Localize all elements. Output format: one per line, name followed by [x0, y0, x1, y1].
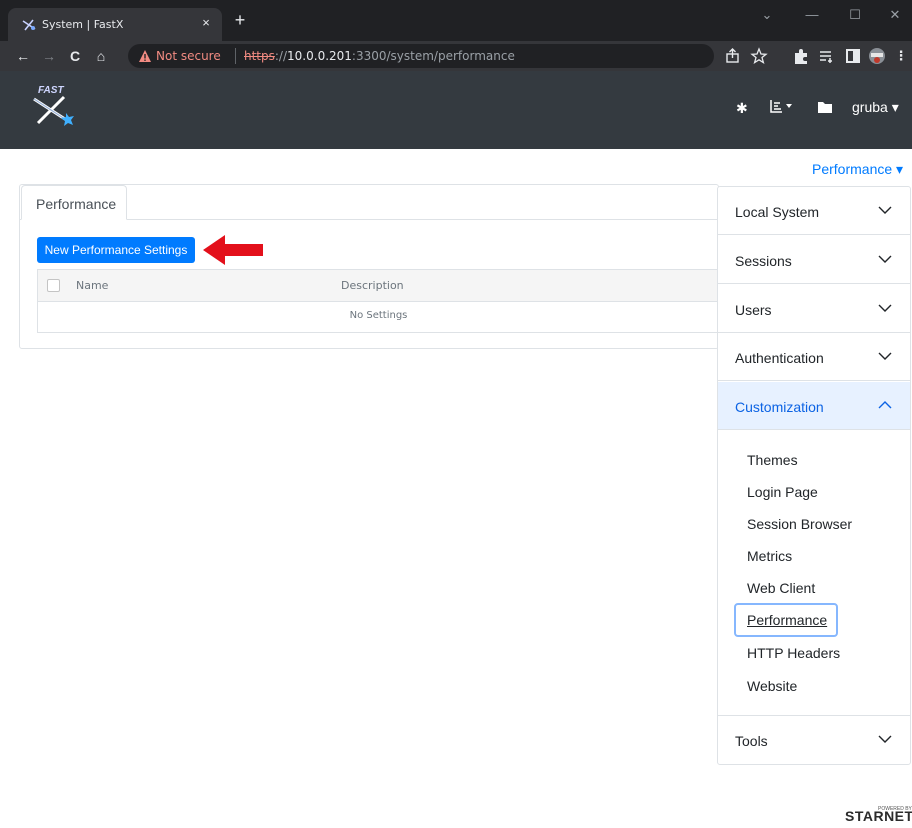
- accordion-users[interactable]: Users: [718, 285, 910, 333]
- accordion-authentication[interactable]: Authentication: [718, 333, 910, 381]
- accordion-local-system[interactable]: Local System: [718, 187, 910, 235]
- nav-item-themes[interactable]: Themes: [747, 452, 798, 468]
- column-header-description[interactable]: Description: [341, 279, 404, 292]
- maximize-icon[interactable]: ☐: [840, 4, 870, 26]
- reading-list-icon[interactable]: [818, 47, 836, 65]
- url-scheme: https: [244, 49, 275, 63]
- side-panel-icon[interactable]: [844, 47, 862, 65]
- accordion-label: Sessions: [735, 253, 792, 269]
- chevron-down-icon: [878, 352, 892, 360]
- nav-item-website[interactable]: Website: [747, 678, 797, 694]
- user-menu[interactable]: gruba ▾: [852, 99, 899, 116]
- fastx-favicon-icon: [22, 19, 36, 31]
- gear-icon[interactable]: ✱: [736, 99, 748, 117]
- chevron-up-icon: [878, 401, 892, 409]
- forward-icon[interactable]: →: [40, 47, 58, 65]
- accordion-label: Customization: [735, 399, 824, 415]
- share-icon[interactable]: [724, 47, 742, 65]
- chevron-down-icon: [878, 255, 892, 263]
- chevron-down-icon: [878, 206, 892, 214]
- extensions-icon[interactable]: [792, 47, 810, 65]
- select-all-checkbox[interactable]: [47, 279, 60, 292]
- back-icon[interactable]: ←: [14, 47, 32, 65]
- tab-close-icon[interactable]: ×: [198, 15, 214, 31]
- browser-tab[interactable]: System | FastX ×: [8, 8, 222, 41]
- chart-menu-icon[interactable]: [770, 99, 794, 117]
- browser-toolbar: ← → C ⌂ Not secure https://10.0.0.201:33…: [0, 41, 912, 71]
- chevron-down-icon: [878, 304, 892, 312]
- not-secure-label[interactable]: Not secure: [156, 49, 221, 63]
- url-text[interactable]: https://10.0.0.201:3300/system/performan…: [244, 49, 515, 63]
- fastx-logo[interactable]: FAST: [28, 81, 80, 129]
- browser-menu-icon[interactable]: ⋮: [892, 47, 910, 65]
- nav-item-http-headers[interactable]: HTTP Headers: [747, 645, 840, 661]
- user-name: gruba: [852, 99, 888, 115]
- empty-table-message: No Settings: [349, 310, 408, 321]
- reload-icon[interactable]: C: [66, 47, 84, 65]
- url-host: 10.0.0.201: [287, 49, 352, 63]
- home-icon[interactable]: ⌂: [92, 47, 110, 65]
- accordion-customization[interactable]: Customization: [718, 382, 910, 430]
- close-window-icon[interactable]: ✕: [880, 4, 910, 26]
- system-nav-accordion: Local System Sessions Users Authenticati…: [717, 186, 911, 765]
- minimize-icon[interactable]: —: [797, 4, 827, 26]
- browser-tab-strip: System | FastX × + ⌄ — ☐ ✕: [0, 0, 912, 41]
- url-separator: ://: [274, 49, 288, 63]
- nav-item-web-client[interactable]: Web Client: [747, 580, 815, 596]
- accordion-sessions[interactable]: Sessions: [718, 236, 910, 284]
- accordion-tools[interactable]: Tools: [718, 715, 910, 763]
- chevron-down-icon: [878, 735, 892, 743]
- starnet-logo: STARNET: [845, 808, 912, 824]
- settings-table: Name Description No Settings: [37, 269, 720, 333]
- section-dropdown[interactable]: Performance ▾: [812, 161, 903, 178]
- logo-wordmark: FAST: [38, 85, 64, 96]
- tab-title: System | FastX: [42, 18, 124, 31]
- section-dropdown-label: Performance: [812, 161, 893, 177]
- new-tab-button[interactable]: +: [232, 11, 248, 29]
- app-header: FAST ✱ gruba ▾: [0, 71, 912, 149]
- accordion-label: Authentication: [735, 350, 824, 366]
- tab-performance[interactable]: Performance: [21, 185, 127, 220]
- nav-item-performance[interactable]: Performance: [747, 612, 827, 628]
- url-path: :3300/system/performance: [351, 49, 515, 63]
- bookmark-star-icon[interactable]: [750, 47, 768, 65]
- accordion-label: Local System: [735, 204, 820, 220]
- performance-card: Performance New Performance Settings Nam…: [19, 184, 720, 349]
- annotation-arrow-icon: [203, 235, 263, 265]
- accordion-label: Tools: [735, 733, 768, 749]
- column-header-name[interactable]: Name: [76, 279, 108, 292]
- new-performance-settings-button[interactable]: New Performance Settings: [37, 237, 195, 263]
- table-header: Name Description: [38, 270, 719, 302]
- nav-item-session-browser[interactable]: Session Browser: [747, 516, 852, 532]
- warning-icon: [139, 50, 151, 62]
- tab-search-icon[interactable]: ⌄: [752, 4, 782, 26]
- nav-item-metrics[interactable]: Metrics: [747, 548, 792, 564]
- accordion-label: Users: [735, 302, 772, 318]
- nav-item-login-page[interactable]: Login Page: [747, 484, 818, 500]
- address-divider: [235, 48, 236, 64]
- folder-icon[interactable]: [818, 99, 832, 117]
- profile-avatar-icon[interactable]: [868, 47, 886, 65]
- address-bar[interactable]: Not secure https://10.0.0.201:3300/syste…: [128, 44, 714, 68]
